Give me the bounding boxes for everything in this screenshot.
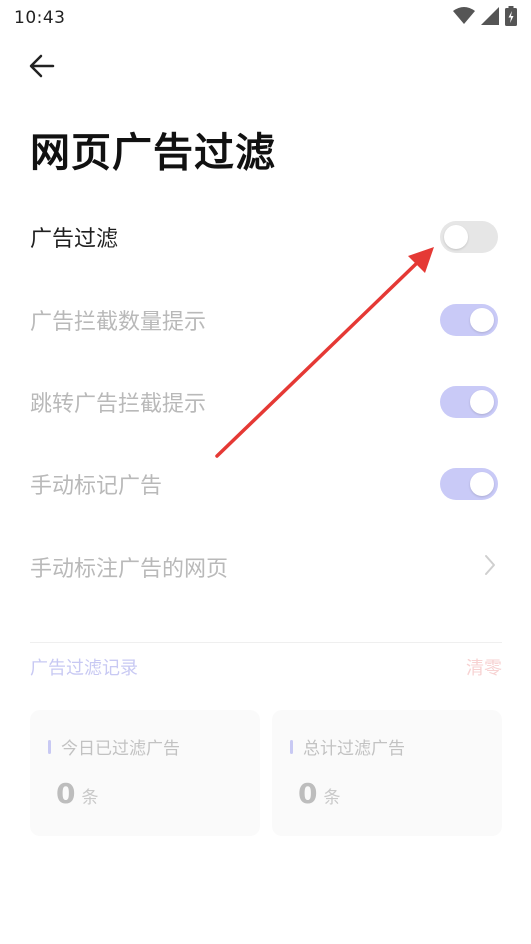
setting-label-redirect-block-tip: 跳转广告拦截提示: [30, 392, 207, 417]
today-filtered-unit: 条: [81, 788, 99, 808]
signal-icon: [481, 7, 499, 29]
ad-filter-toggle[interactable]: [440, 221, 498, 253]
total-filtered-card: 总计过滤广告 0 条: [272, 710, 502, 836]
card-accent-bar: [48, 739, 51, 754]
records-header: 广告过滤记录 清零: [30, 654, 502, 680]
card-accent-bar: [290, 739, 293, 754]
toggle-knob: [470, 472, 494, 496]
today-filtered-count: 0: [56, 777, 76, 810]
back-button[interactable]: [26, 52, 58, 84]
redirect-block-tip-toggle[interactable]: [440, 386, 498, 418]
setting-label-block-count-tip: 广告拦截数量提示: [30, 310, 207, 335]
total-filtered-count: 0: [298, 777, 318, 810]
card-value-row: 0 条: [48, 777, 260, 810]
today-filtered-card: 今日已过滤广告 0 条: [30, 710, 260, 836]
status-time: 10:43: [14, 8, 66, 28]
page-title: 网页广告过滤: [30, 130, 276, 176]
records-section-title: 广告过滤记录: [30, 658, 138, 679]
toggle-knob: [470, 308, 494, 332]
section-divider: [30, 642, 502, 643]
status-icons: [453, 6, 517, 30]
setting-row-manual-mark: 手动标记广告: [30, 464, 500, 504]
block-count-tip-toggle[interactable]: [440, 304, 498, 336]
setting-label-ad-filter: 广告过滤: [30, 227, 119, 252]
status-bar: 10:43: [0, 0, 531, 36]
clear-button[interactable]: 清零: [466, 654, 502, 680]
toggle-knob: [444, 225, 468, 249]
total-filtered-unit: 条: [323, 788, 341, 808]
chevron-right-icon: [484, 554, 496, 580]
wifi-icon: [453, 7, 475, 29]
battery-icon: [505, 6, 517, 30]
card-title-row: 今日已过滤广告: [48, 734, 260, 759]
manual-mark-toggle[interactable]: [440, 468, 498, 500]
setting-row-redirect-block-tip: 跳转广告拦截提示: [30, 382, 500, 422]
setting-label-marked-pages: 手动标注广告的网页: [30, 557, 229, 582]
today-filtered-title: 今日已过滤广告: [61, 739, 180, 759]
setting-label-manual-mark: 手动标记广告: [30, 474, 163, 499]
setting-row-ad-filter: 广告过滤: [30, 217, 500, 257]
card-value-row: 0 条: [290, 777, 502, 810]
toggle-knob: [470, 390, 494, 414]
setting-row-block-count-tip: 广告拦截数量提示: [30, 300, 500, 340]
total-filtered-title: 总计过滤广告: [303, 739, 405, 759]
back-arrow-icon: [28, 52, 56, 84]
setting-row-marked-pages[interactable]: 手动标注广告的网页: [30, 547, 500, 587]
card-title-row: 总计过滤广告: [290, 734, 502, 759]
